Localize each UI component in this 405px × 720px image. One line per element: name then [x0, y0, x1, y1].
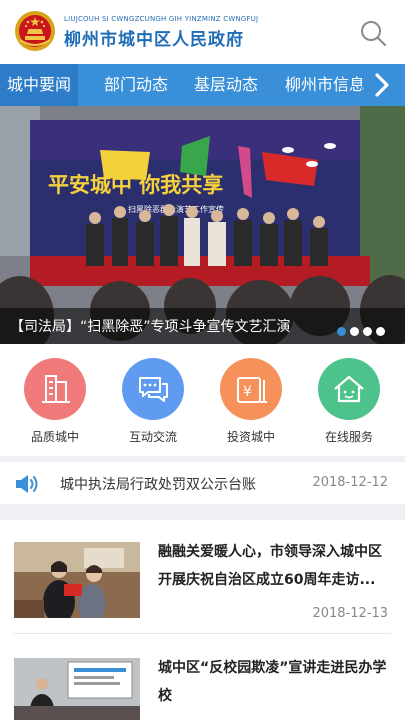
quick-links: 品质城中 互动交流 ¥ 投资城中 在线服务: [0, 344, 405, 456]
news-title: 融融关爱暖人心，市领导深入城中区开展庆祝自治区成立60周年走访...: [158, 544, 382, 588]
news-title: 城中区“反校园欺凌”宣讲走进民办学校: [158, 660, 387, 704]
section-divider: [0, 504, 405, 520]
banner-caption[interactable]: 【司法局】“扫黑除恶”专项斗争宣传文艺汇演: [10, 316, 291, 336]
quick-link-label: 品质城中: [30, 430, 79, 444]
quick-link-label: 投资城中: [226, 430, 275, 444]
tab-department-news[interactable]: 部门动态: [96, 64, 176, 106]
site-subtitle: LIUJCOUH SI CWNGZCUNGH GIH YINZMINZ CWNG…: [64, 15, 259, 23]
category-nav: 城中要闻 部门动态 基层动态 柳州市信息: [0, 64, 405, 106]
carousel-dot[interactable]: [337, 327, 346, 336]
quick-link-online-service[interactable]: 在线服务: [309, 358, 389, 445]
news-item[interactable]: 城中区“反校园欺凌”宣讲走进民办学校: [0, 634, 405, 720]
site-title: 柳州市城中区人民政府: [64, 30, 244, 50]
news-item[interactable]: 融融关爱暖人心，市领导深入城中区开展庆祝自治区成立60周年走访... 2018-…: [0, 520, 405, 633]
tab-liuzhou-info[interactable]: 柳州市信息: [277, 64, 373, 106]
news-thumbnail: [14, 658, 140, 720]
notice-text: 城中执法局行政处罚双公示台账: [60, 477, 256, 493]
chat-icon: [122, 358, 184, 420]
news-date: 2018-12-13: [312, 606, 388, 621]
building-icon: [24, 358, 86, 420]
carousel-dot[interactable]: [376, 327, 385, 336]
quick-link-label: 在线服务: [324, 430, 373, 444]
house-icon: [318, 358, 380, 420]
news-thumbnail: [14, 542, 140, 618]
tab-city-news[interactable]: 城中要闻: [0, 64, 79, 106]
quick-link-quality[interactable]: 品质城中: [15, 358, 95, 445]
chevron-right-icon: [375, 73, 389, 97]
header: LIUJCOUH SI CWNGZCUNGH GIH YINZMINZ CWNG…: [0, 0, 405, 64]
national-emblem-logo: [15, 11, 55, 51]
quick-link-interaction[interactable]: 互动交流: [113, 358, 193, 445]
quick-link-investment[interactable]: ¥ 投资城中: [211, 358, 291, 445]
carousel-dots: [333, 321, 385, 340]
speaker-icon: [16, 475, 38, 493]
tab-community-news[interactable]: 基层动态: [186, 64, 266, 106]
carousel-dot[interactable]: [363, 327, 372, 336]
nav-scroll-right-button[interactable]: [362, 64, 405, 106]
notice-bar[interactable]: 城中执法局行政处罚双公示台账 2018-12-12: [0, 462, 405, 504]
carousel-dot[interactable]: [350, 327, 359, 336]
banner-carousel[interactable]: 平安城中 你我共享 扫黑除恶群众演艺工作宣传 【司法局】“扫黑除恶”专项斗争宣传…: [0, 106, 405, 344]
search-icon[interactable]: [358, 18, 388, 48]
banner-caption-bar: 【司法局】“扫黑除恶”专项斗争宣传文艺汇演: [0, 308, 405, 344]
notice-date: 2018-12-12: [312, 475, 388, 490]
quick-link-label: 互动交流: [128, 430, 177, 444]
svg-text:¥: ¥: [243, 384, 252, 400]
money-icon: ¥: [220, 358, 282, 420]
